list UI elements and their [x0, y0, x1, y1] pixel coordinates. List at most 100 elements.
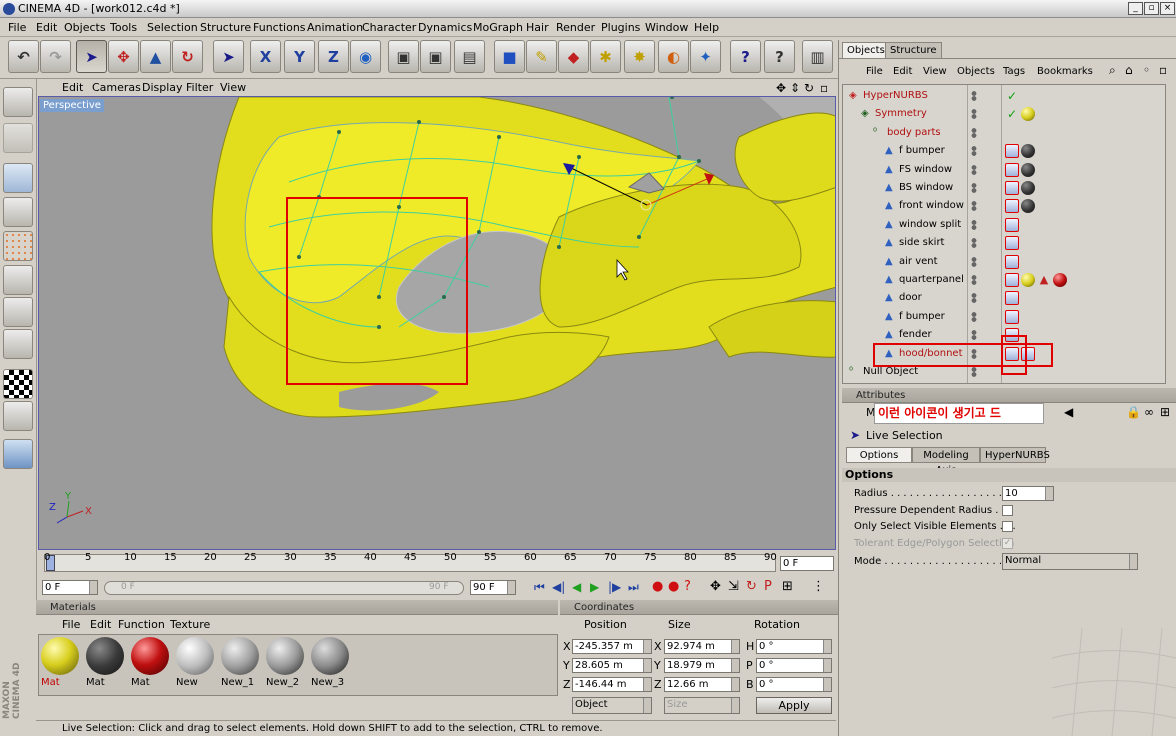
mat-menu-function[interactable]: Function — [118, 618, 165, 631]
tree-row[interactable]: ▲ FS window — [843, 161, 1165, 179]
visibility-dots-icon[interactable] — [969, 219, 979, 230]
tab-structure[interactable]: Structure — [885, 42, 942, 58]
tree-row[interactable]: ◈ Symmetry ✓ — [843, 105, 1165, 123]
visibility-dots-icon[interactable] — [969, 293, 979, 304]
timeline[interactable]: 0 5 10 15 20 25 30 35 40 45 50 55 60 65 … — [38, 551, 838, 577]
edges-mode-icon[interactable] — [3, 265, 33, 295]
polygons-mode-icon[interactable] — [3, 297, 33, 327]
tree-scrollbar[interactable] — [1165, 85, 1166, 384]
selection-tag-icon[interactable] — [1005, 144, 1019, 159]
vp-menu-display[interactable]: Display — [142, 81, 183, 94]
warning-triangle-icon[interactable]: ▲ — [1037, 273, 1051, 287]
edit-mode-icon[interactable] — [3, 123, 33, 153]
scene-icon[interactable]: ◐ — [658, 40, 689, 73]
menu-animation[interactable]: Animation — [307, 21, 363, 34]
tree-row[interactable]: ▲ BS window — [843, 179, 1165, 197]
menu-dynamics[interactable]: Dynamics — [418, 21, 472, 34]
material-item[interactable]: New — [176, 637, 216, 693]
attr-tab-options[interactable]: Options — [846, 447, 912, 463]
mode-select[interactable]: Normal — [1002, 553, 1138, 570]
mat-menu-edit[interactable]: Edit — [90, 618, 111, 631]
model-mode-icon[interactable] — [3, 163, 33, 193]
tree-row[interactable]: ◈ HyperNURBS ✓ — [843, 87, 1165, 105]
visibility-dots-icon[interactable] — [969, 330, 979, 341]
script-icon[interactable]: ? — [764, 40, 795, 73]
check-icon[interactable]: ✓ — [1005, 89, 1019, 103]
render-settings-icon[interactable]: ▤ — [454, 40, 485, 73]
maximize-panel-icon[interactable]: ▫ — [1159, 63, 1167, 77]
menu-selection[interactable]: Selection — [147, 21, 198, 34]
apply-button[interactable]: Apply — [756, 697, 832, 714]
visibility-dots-icon[interactable] — [969, 367, 979, 377]
vp-menu-edit[interactable]: Edit — [62, 81, 83, 94]
material-item[interactable]: Mat — [131, 637, 171, 693]
menu-functions[interactable]: Functions — [253, 21, 306, 34]
render-view-icon[interactable]: ▣ — [388, 40, 419, 73]
visibility-dots-icon[interactable] — [969, 201, 979, 212]
pos-x-field[interactable]: -245.357 m — [572, 639, 652, 654]
tree-row[interactable]: ▲ air vent — [843, 253, 1165, 271]
next-key-icon[interactable]: |▶ — [608, 580, 621, 594]
visible-elements-checkbox[interactable] — [1002, 521, 1013, 532]
size-z-field[interactable]: 12.66 m — [664, 677, 740, 692]
autokey-icon[interactable]: ● — [668, 579, 679, 594]
select-icon[interactable]: ➤ — [213, 40, 244, 73]
help-pointer-icon[interactable]: ? — [730, 40, 761, 73]
visibility-dots-icon[interactable] — [969, 256, 979, 267]
vp-move-icon[interactable]: ✥ — [776, 81, 786, 95]
deformer-icon[interactable]: ✸ — [624, 40, 655, 73]
tree-row[interactable]: ▲ quarterpanel ▲ — [843, 271, 1165, 289]
texture-mode-icon[interactable] — [3, 329, 33, 359]
coord-mode-select[interactable]: Object — [572, 697, 652, 714]
tree-row[interactable]: ▲ f bumper — [843, 308, 1165, 326]
size-mode-select[interactable]: Size — [664, 697, 740, 714]
goto-start-icon[interactable]: ⏮ — [534, 580, 545, 595]
points-mode-icon[interactable] — [3, 231, 33, 261]
menu-render[interactable]: Render — [556, 21, 595, 34]
selection-tag-icon[interactable] — [1005, 199, 1019, 214]
check-icon[interactable]: ✓ — [1005, 107, 1019, 121]
visibility-dots-icon[interactable] — [969, 275, 979, 285]
tree-row[interactable]: ▲ side skirt — [843, 234, 1165, 252]
search-icon[interactable]: ⌕ — [1109, 63, 1116, 78]
y-axis-lock-icon[interactable]: Y — [284, 40, 315, 73]
viewport-label[interactable]: Perspective — [40, 99, 104, 112]
tree-row[interactable]: ⁰ body parts — [843, 124, 1165, 142]
cube-icon[interactable]: ■ — [494, 40, 525, 73]
vp-menu-view[interactable]: View — [220, 81, 246, 94]
z-axis-lock-icon[interactable]: Z — [318, 40, 349, 73]
obj-menu-tags[interactable]: Tags — [1003, 66, 1025, 77]
menu-file[interactable]: File — [8, 21, 26, 34]
scale-icon[interactable]: ▲ — [140, 40, 171, 73]
timeline-options-icon[interactable]: ⋮ — [812, 579, 825, 594]
obj-menu-objects[interactable]: Objects — [957, 66, 995, 77]
menu-help[interactable]: Help — [694, 21, 719, 34]
checker-icon[interactable] — [3, 369, 33, 399]
menu-window[interactable]: Window — [645, 21, 688, 34]
vp-zoom-icon[interactable]: ⇕ — [790, 81, 800, 95]
visibility-dots-icon[interactable] — [969, 311, 979, 322]
menu-character[interactable]: Character — [362, 21, 416, 34]
material-item[interactable]: New_2 — [266, 637, 306, 693]
key-position-icon[interactable]: ✥ — [710, 579, 721, 594]
obj-menu-view[interactable]: View — [923, 66, 947, 77]
visibility-dots-icon[interactable] — [969, 238, 979, 249]
visibility-dots-icon[interactable] — [969, 127, 979, 138]
scroll-icon[interactable]: ◦ — [1143, 63, 1150, 77]
tweak-mode-icon[interactable] — [3, 439, 33, 469]
home-icon[interactable]: ⌂ — [1125, 63, 1133, 77]
object-axis-icon[interactable] — [3, 197, 33, 227]
obj-menu-bookmarks[interactable]: Bookmarks — [1037, 66, 1093, 77]
radius-field[interactable]: 10 — [1002, 486, 1054, 501]
tree-row[interactable]: ▲ window split — [843, 216, 1165, 234]
menu-structure[interactable]: Structure — [200, 21, 251, 34]
spline-icon[interactable]: ✎ — [526, 40, 557, 73]
tree-row[interactable]: ▲ front window — [843, 197, 1165, 215]
rot-h-field[interactable]: 0 ° — [756, 639, 832, 654]
key-param-icon[interactable]: P — [764, 579, 772, 594]
play-backward-icon[interactable]: ◀ — [572, 580, 581, 594]
play-forward-icon[interactable]: ▶ — [590, 580, 599, 594]
workplane-icon[interactable] — [3, 401, 33, 431]
tab-objects[interactable]: Objects — [842, 42, 890, 58]
pos-y-field[interactable]: 28.605 m — [572, 658, 652, 673]
